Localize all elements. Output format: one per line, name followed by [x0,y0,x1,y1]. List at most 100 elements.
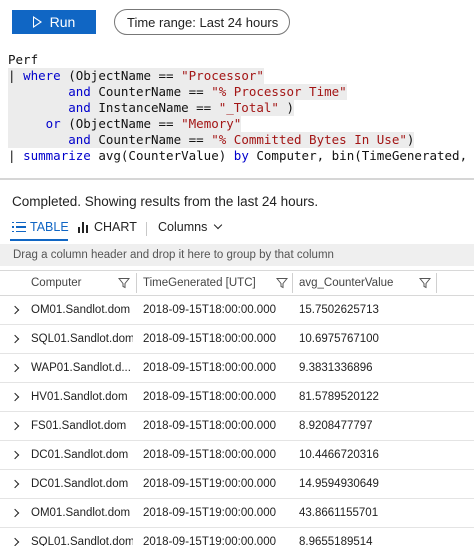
cell-timegenerated: 2018-09-15T19:00:00.000 [143,507,276,519]
query-text [8,84,68,99]
query-text: CounterName == [90,132,212,147]
group-by-drop-zone[interactable]: Drag a column header and drop it here to… [0,244,474,266]
tab-chart[interactable]: CHART [78,220,137,234]
cell-avg-countervalue: 10.6975767100 [299,333,379,345]
query-line[interactable]: Perf [8,52,38,68]
chevron-right-icon[interactable] [10,334,20,344]
grid-body: OM01.Sandlot.dom 2018-09-15T18:00:00.000 1… [0,296,474,546]
cell-avg-countervalue: 15.7502625713 [299,304,379,316]
query-keyword: and [68,100,91,115]
cell-timegenerated: 2018-09-15T19:00:00.000 [143,536,276,546]
cell-computer: SQL01.Sandlot.dom [31,333,133,345]
cell-avg-countervalue: 8.9208477797 [299,420,373,432]
tab-divider [146,222,147,236]
cell-computer: OM01.Sandlot.dom [31,304,131,316]
column-header-avg-countervalue[interactable]: avg_CounterValue [299,271,393,295]
query-keyword: and [68,132,91,147]
table-icon [12,221,26,233]
cell-timegenerated: 2018-09-15T18:00:00.000 [143,362,276,374]
query-line[interactable]: or (ObjectName == "Memory" [8,116,242,132]
cell-computer: DC01.Sandlot.dom [31,449,129,461]
query-keyword: and [68,84,91,99]
table-row[interactable]: OM01.Sandlot.dom 2018-09-15T18:00:00.000 1… [0,296,474,325]
filter-icon[interactable] [276,277,288,289]
active-tab-indicator [10,239,68,241]
grid-header: Computer TimeGenerated [UTC] avg_Counter… [0,270,474,296]
editor-splitter[interactable] [0,178,474,180]
column-header-timegenerated[interactable]: TimeGenerated [UTC] [143,271,256,295]
cell-computer: WAP01.Sandlot.d... [31,362,131,374]
table-row[interactable]: WAP01.Sandlot.d... 2018-09-15T18:00:00.00… [0,354,474,383]
play-icon [32,16,42,28]
query-line[interactable]: | summarize avg(CounterValue) by Compute… [8,148,474,164]
cell-computer: FS01.Sandlot.dom [31,420,127,432]
time-range-label: Time range: Last 24 hours [127,14,279,30]
run-button-label: Run [49,14,76,30]
table-row[interactable]: HV01.Sandlot.dom 2018-09-15T18:00:00.000 8… [0,383,474,412]
table-row[interactable]: FS01.Sandlot.dom 2018-09-15T18:00:00.000 8… [0,412,474,441]
query-text [8,132,68,147]
run-button[interactable]: Run [12,10,96,34]
query-string: "_Total" [218,100,279,115]
query-text: | [8,68,24,83]
query-editor[interactable]: Perf | where (ObjectName == "Processor" a… [0,50,474,178]
chevron-right-icon[interactable] [10,508,20,518]
query-text [8,116,46,131]
table-row[interactable]: SQL01.Sandlot.dom 2018-09-15T18:00:00.000… [0,325,474,354]
query-line[interactable]: and CounterName == "% Processor Time" [8,84,347,100]
cell-timegenerated: 2018-09-15T19:00:00.000 [143,478,276,490]
cell-computer: SQL01.Sandlot.dom [31,536,133,546]
chevron-right-icon[interactable] [10,537,20,546]
chevron-right-icon[interactable] [10,450,20,460]
query-text: | [8,148,24,163]
query-keyword: by [233,148,249,163]
query-line[interactable]: and CounterName == "% Committed Bytes In… [8,132,415,148]
column-separator[interactable] [136,273,137,293]
query-text: InstanceName == [90,100,219,115]
filter-icon[interactable] [118,277,130,289]
query-string: "Memory" [181,116,242,131]
query-keyword: where [23,68,61,83]
query-keyword: summarize [23,148,91,163]
table-row[interactable]: SQL01.Sandlot.dom 2018-09-15T19:00:00.000… [0,528,474,546]
cell-avg-countervalue: 81.5789520122 [299,391,379,403]
cell-timegenerated: 2018-09-15T18:00:00.000 [143,449,276,461]
chevron-right-icon[interactable] [10,421,20,431]
column-separator[interactable] [436,273,437,293]
cell-computer: OM01.Sandlot.dom [31,507,131,519]
results-status-text: Completed. Showing results from the last… [12,194,319,209]
query-text: ) [278,100,295,115]
tab-chart-label: CHART [94,220,137,234]
cell-timegenerated: 2018-09-15T18:00:00.000 [143,304,276,316]
cell-avg-countervalue: 8.9655189514 [299,536,373,546]
results-grid: Computer TimeGenerated [UTC] avg_Counter… [0,270,474,546]
columns-dropdown[interactable]: Columns [158,220,223,234]
chevron-right-icon[interactable] [10,363,20,373]
cell-avg-countervalue: 10.4466720316 [299,449,379,461]
cell-avg-countervalue: 43.8661155701 [299,507,379,519]
query-text: avg(CounterValue) [90,148,234,163]
time-range-picker[interactable]: Time range: Last 24 hours [114,9,290,35]
table-row[interactable]: DC01.Sandlot.dom 2018-09-15T19:00:00.000 1… [0,470,474,499]
tab-table[interactable]: TABLE [12,220,69,234]
cell-timegenerated: 2018-09-15T18:00:00.000 [143,420,276,432]
table-row[interactable]: OM01.Sandlot.dom 2018-09-15T19:00:00.000 4… [0,499,474,528]
chevron-down-icon [214,220,223,230]
chevron-right-icon[interactable] [10,305,20,315]
bar-chart-icon [78,221,90,233]
column-header-computer[interactable]: Computer [31,271,82,295]
chevron-right-icon[interactable] [10,479,20,489]
query-string: "% Processor Time" [211,84,347,99]
query-toolbar: Run Time range: Last 24 hours [0,0,474,46]
query-text: Computer, bin(TimeGenerated, [248,148,474,163]
query-text [8,100,68,115]
filter-icon[interactable] [419,277,431,289]
column-separator[interactable] [292,273,293,293]
query-text: (ObjectName == [60,68,182,83]
cell-computer: DC01.Sandlot.dom [31,478,129,490]
chevron-right-icon[interactable] [10,392,20,402]
query-line[interactable]: and InstanceName == "_Total" ) [8,100,295,116]
query-line[interactable]: | where (ObjectName == "Processor" [8,68,264,84]
cell-computer: HV01.Sandlot.dom [31,391,128,403]
table-row[interactable]: DC01.Sandlot.dom 2018-09-15T18:00:00.000 1… [0,441,474,470]
